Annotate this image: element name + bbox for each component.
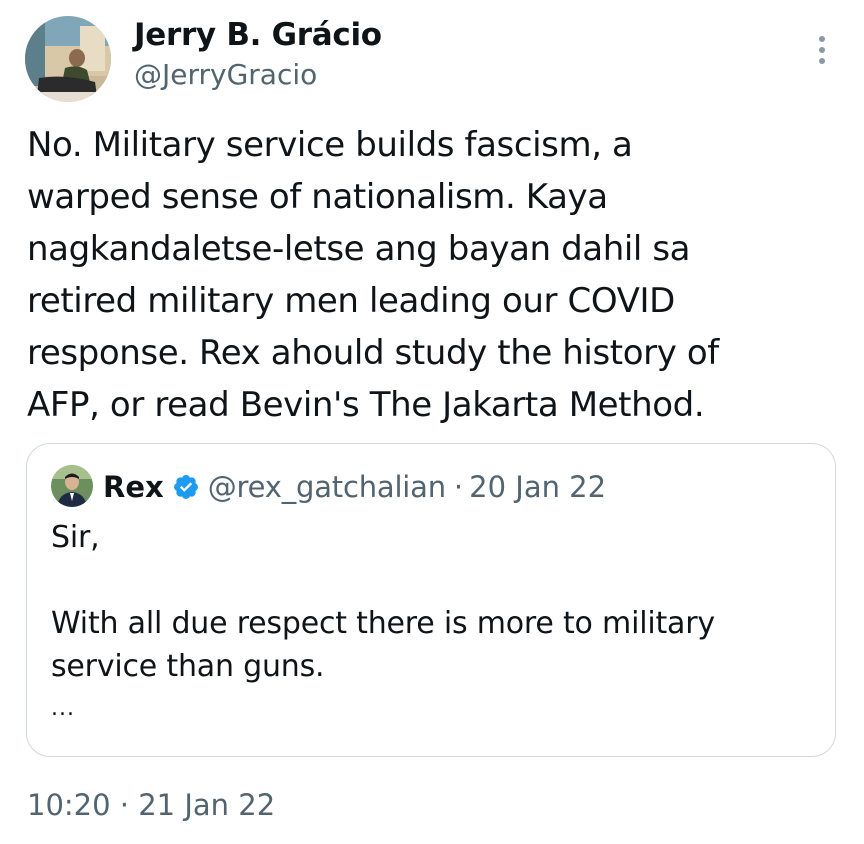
avatar[interactable] (25, 16, 111, 102)
quoted-display-name[interactable]: Rex (103, 470, 164, 504)
quoted-handle[interactable]: @rex_gatchalian (208, 470, 446, 504)
more-vertical-icon[interactable] (808, 32, 836, 68)
tweet-text: No. Military service builds fascism, a w… (27, 125, 719, 425)
quoted-tweet-text: Sir, With all due respect there is more … (51, 520, 715, 684)
tweet-timestamp[interactable]: 10:20 · 21 Jan 22 (27, 788, 275, 822)
quoted-date[interactable]: 20 Jan 22 (469, 470, 606, 504)
author-handle[interactable]: @JerryGracio (134, 58, 317, 91)
author-display-name[interactable]: Jerry B. Grácio (134, 17, 382, 53)
truncation-ellipsis: ... (51, 696, 75, 721)
verified-badge-icon (172, 473, 200, 501)
separator-dot: · (453, 470, 464, 504)
quoted-tweet-header: Rex @rex_gatchalian · 20 Jan 22 (103, 467, 606, 507)
quoted-avatar[interactable] (51, 465, 93, 507)
